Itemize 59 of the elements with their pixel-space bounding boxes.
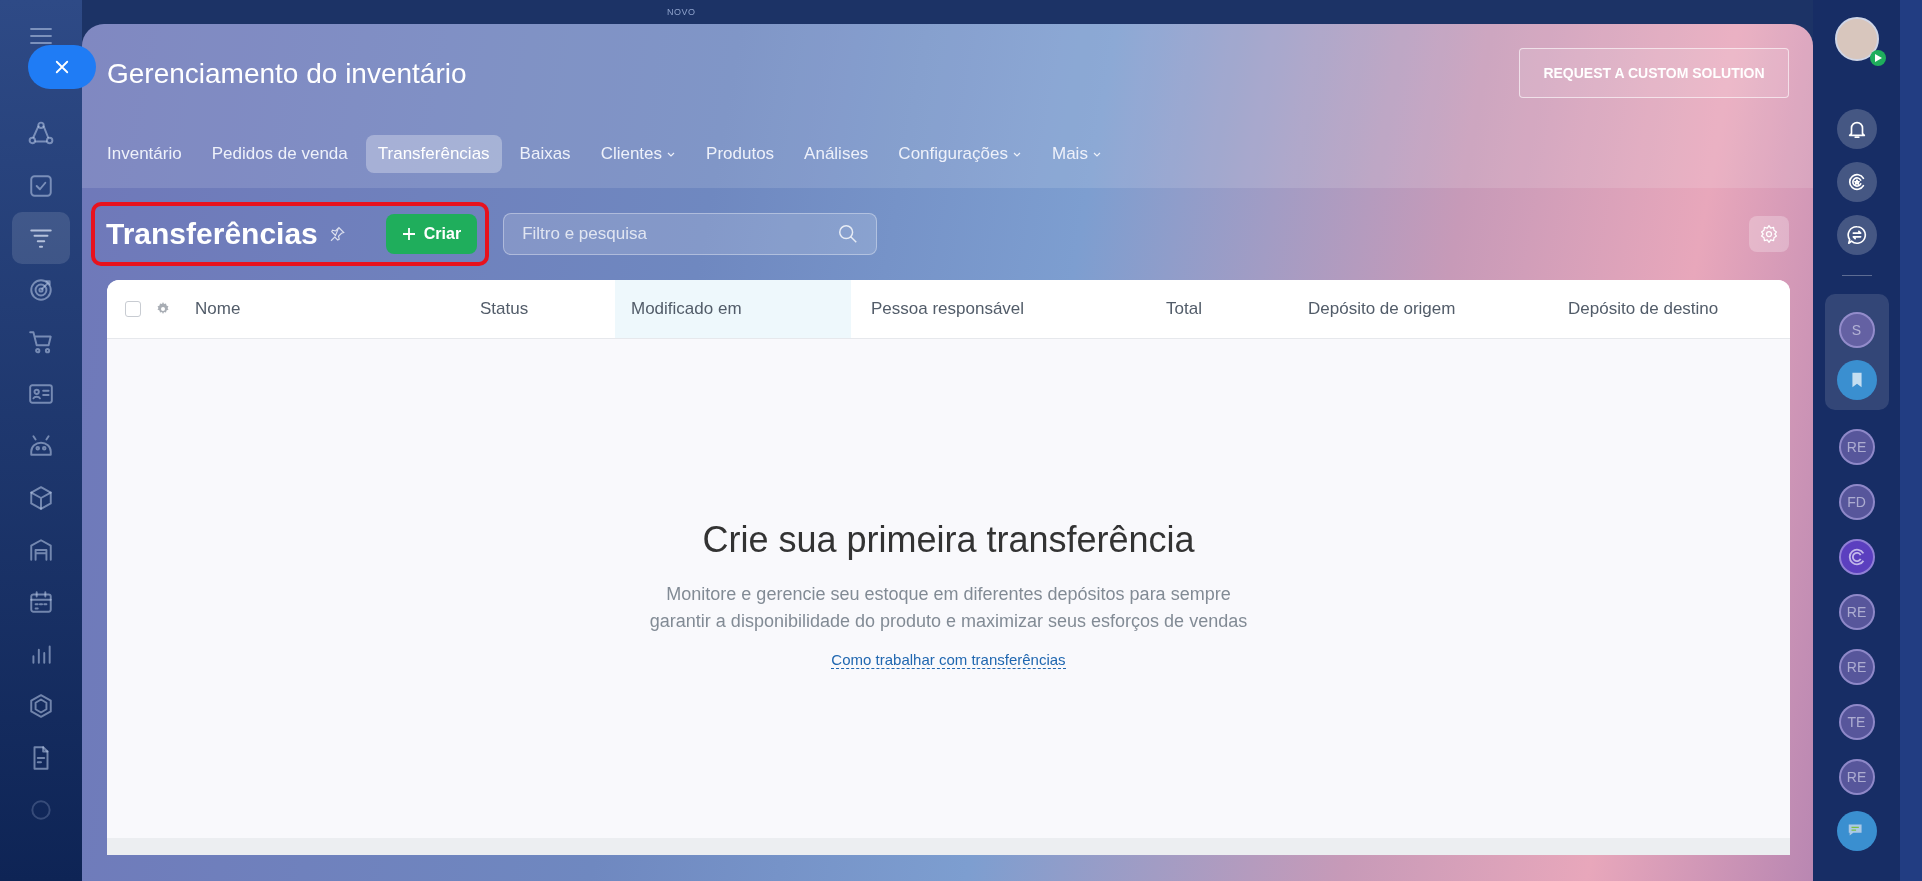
app-title: Gerenciamento do inventário: [107, 58, 467, 90]
nav-tab[interactable]: Baixas: [507, 134, 583, 173]
chat-avatar[interactable]: RE: [1838, 594, 1875, 630]
close-icon: [53, 58, 71, 76]
menu-icon[interactable]: [29, 26, 53, 46]
robot-icon: [28, 433, 54, 459]
cart-icon: [28, 329, 54, 355]
request-button[interactable]: REQUEST A CUSTOM SOLUTION: [1519, 48, 1789, 98]
warehouse-icon: [28, 537, 54, 563]
checkbox-icon: [28, 173, 54, 199]
nav-tab[interactable]: Clientes: [588, 134, 689, 173]
chat-avatar[interactable]: S: [1838, 312, 1875, 348]
nav-tab[interactable]: Produtos: [694, 134, 787, 173]
chat-avatar[interactable]: RE: [1838, 429, 1875, 465]
page-title: Transferências: [106, 217, 318, 251]
copilot-chat[interactable]: [1838, 539, 1875, 575]
chat-avatar[interactable]: TE: [1838, 704, 1875, 740]
chat-avatar[interactable]: RE: [1838, 649, 1875, 685]
chat-button[interactable]: [1836, 215, 1877, 255]
search-icon: [837, 223, 860, 245]
help-link[interactable]: Como trabalhar com transferências: [831, 650, 1066, 669]
box-icon: [28, 485, 54, 511]
empty-state-heading: Crie sua primeira transferência: [702, 518, 1195, 561]
settings-icon: [1759, 224, 1779, 244]
bookmark-button[interactable]: [1836, 360, 1877, 400]
select-all-checkbox[interactable]: [125, 301, 141, 317]
nav-tab[interactable]: Análises: [792, 134, 881, 173]
chat-avatar[interactable]: RE: [1838, 759, 1875, 795]
column-header[interactable]: Pessoa responsável: [851, 280, 1146, 338]
id-card-icon: [28, 381, 54, 407]
nodes-icon: [28, 121, 54, 147]
column-header[interactable]: Depósito de origem: [1288, 280, 1548, 338]
column-header[interactable]: Status: [480, 280, 615, 338]
nav-tab[interactable]: Pedidos de venda: [199, 134, 360, 173]
settings-button[interactable]: [1749, 216, 1789, 252]
target-icon: [28, 277, 54, 303]
plus-icon: [401, 227, 416, 241]
chat-swap-icon: [1845, 224, 1868, 246]
messages-button[interactable]: [1836, 811, 1877, 851]
calendar-icon: [28, 589, 54, 615]
avatar[interactable]: [1834, 17, 1879, 61]
nav-tab[interactable]: Transferências: [365, 134, 502, 173]
new-label: NOVO: [667, 7, 696, 17]
chat-avatar[interactable]: FD: [1838, 484, 1875, 520]
circle-icon: [28, 797, 54, 823]
status-badge: [1869, 50, 1886, 66]
copilot-button[interactable]: [1836, 162, 1877, 202]
nav-tab[interactable]: Mais: [1040, 134, 1114, 173]
column-header[interactable]: Modificado em: [615, 280, 851, 338]
notifications-button[interactable]: [1836, 109, 1877, 149]
nav-tab[interactable]: Configurações: [886, 134, 1034, 173]
nav-tab[interactable]: Inventário: [95, 134, 194, 173]
sidebar-item[interactable]: [12, 212, 70, 264]
column-header[interactable]: Nome: [195, 280, 480, 338]
column-header[interactable]: Depósito de destino: [1548, 280, 1790, 338]
column-header[interactable]: Total: [1146, 280, 1288, 338]
empty-state-description: Monitore e gerencie seu estoque em diferentes depósitos para sempre garantir a disponibilidade do produto e maximizar seus esforços de vendas: [648, 582, 1249, 633]
create-button[interactable]: Criar: [385, 214, 478, 254]
hexagon-icon: [28, 693, 54, 719]
